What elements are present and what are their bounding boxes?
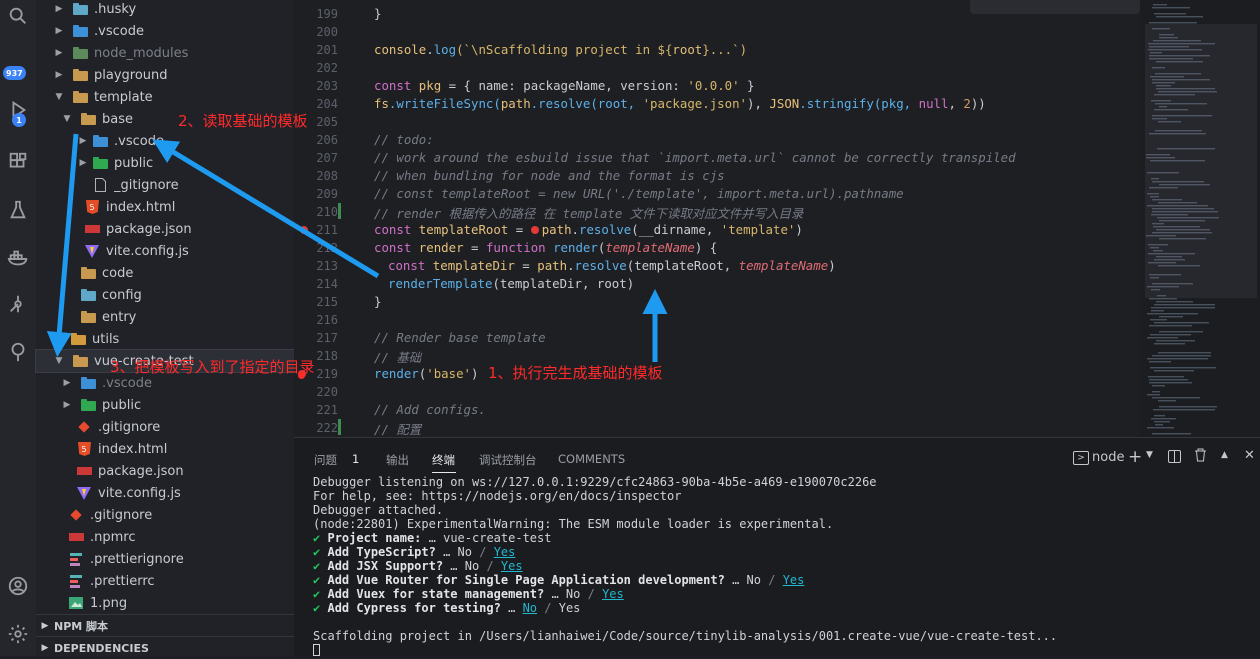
annotation-step-3: 3、把模板写入到了指定的目录: [110, 358, 315, 376]
annotation-dot: [298, 372, 305, 379]
arrow-3: [46, 133, 79, 357]
arrow-2: [152, 139, 380, 279]
annotation-step-1: 1、执行完生成基础的模板: [488, 364, 663, 382]
annotation-arrows: [46, 133, 668, 362]
annotation-step-2: 2、读取基础的模板: [178, 112, 308, 130]
